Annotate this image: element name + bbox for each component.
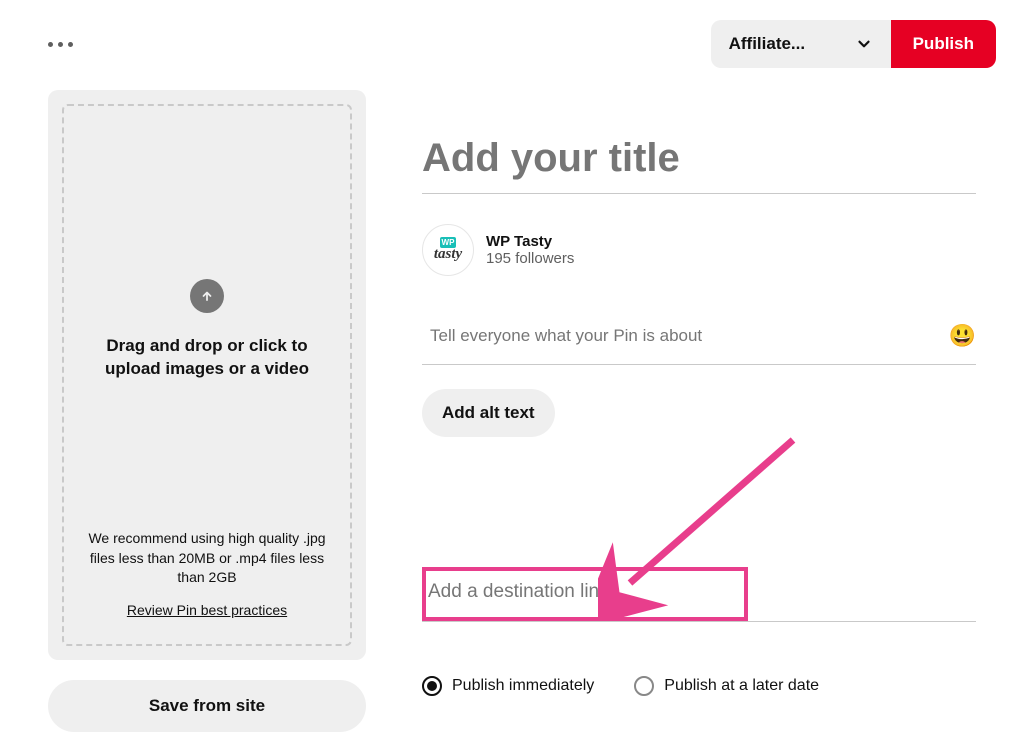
avatar: WP tasty: [422, 224, 474, 276]
add-alt-text-button[interactable]: Add alt text: [422, 389, 555, 437]
description-input[interactable]: [430, 322, 949, 350]
drag-drop-text: Drag and drop or click to upload images …: [102, 335, 312, 381]
save-from-site-button[interactable]: Save from site: [48, 680, 366, 732]
destination-link-input[interactable]: [428, 577, 734, 607]
radio-label-later: Publish at a later date: [664, 677, 819, 695]
title-input[interactable]: [422, 130, 976, 194]
board-selected-label: Affiliate...: [729, 34, 806, 54]
upload-card[interactable]: Drag and drop or click to upload images …: [48, 90, 366, 660]
emoji-picker-icon[interactable]: 😃: [949, 323, 976, 349]
radio-publish-later[interactable]: Publish at a later date: [634, 676, 819, 696]
author-name: WP Tasty: [486, 233, 574, 250]
radio-publish-immediately[interactable]: Publish immediately: [422, 676, 594, 696]
upload-icon: [190, 279, 224, 313]
chevron-down-icon: [855, 35, 873, 53]
radio-label-immediate: Publish immediately: [452, 677, 594, 695]
board-select[interactable]: Affiliate...: [711, 20, 891, 68]
publish-button[interactable]: Publish: [891, 20, 996, 68]
upload-recommend-text: We recommend using high quality .jpg fil…: [82, 529, 332, 588]
more-menu-icon[interactable]: [48, 42, 73, 47]
annotation-highlight: [422, 567, 748, 621]
follower-count: 195 followers: [486, 250, 574, 267]
best-practices-link[interactable]: Review Pin best practices: [127, 602, 287, 618]
